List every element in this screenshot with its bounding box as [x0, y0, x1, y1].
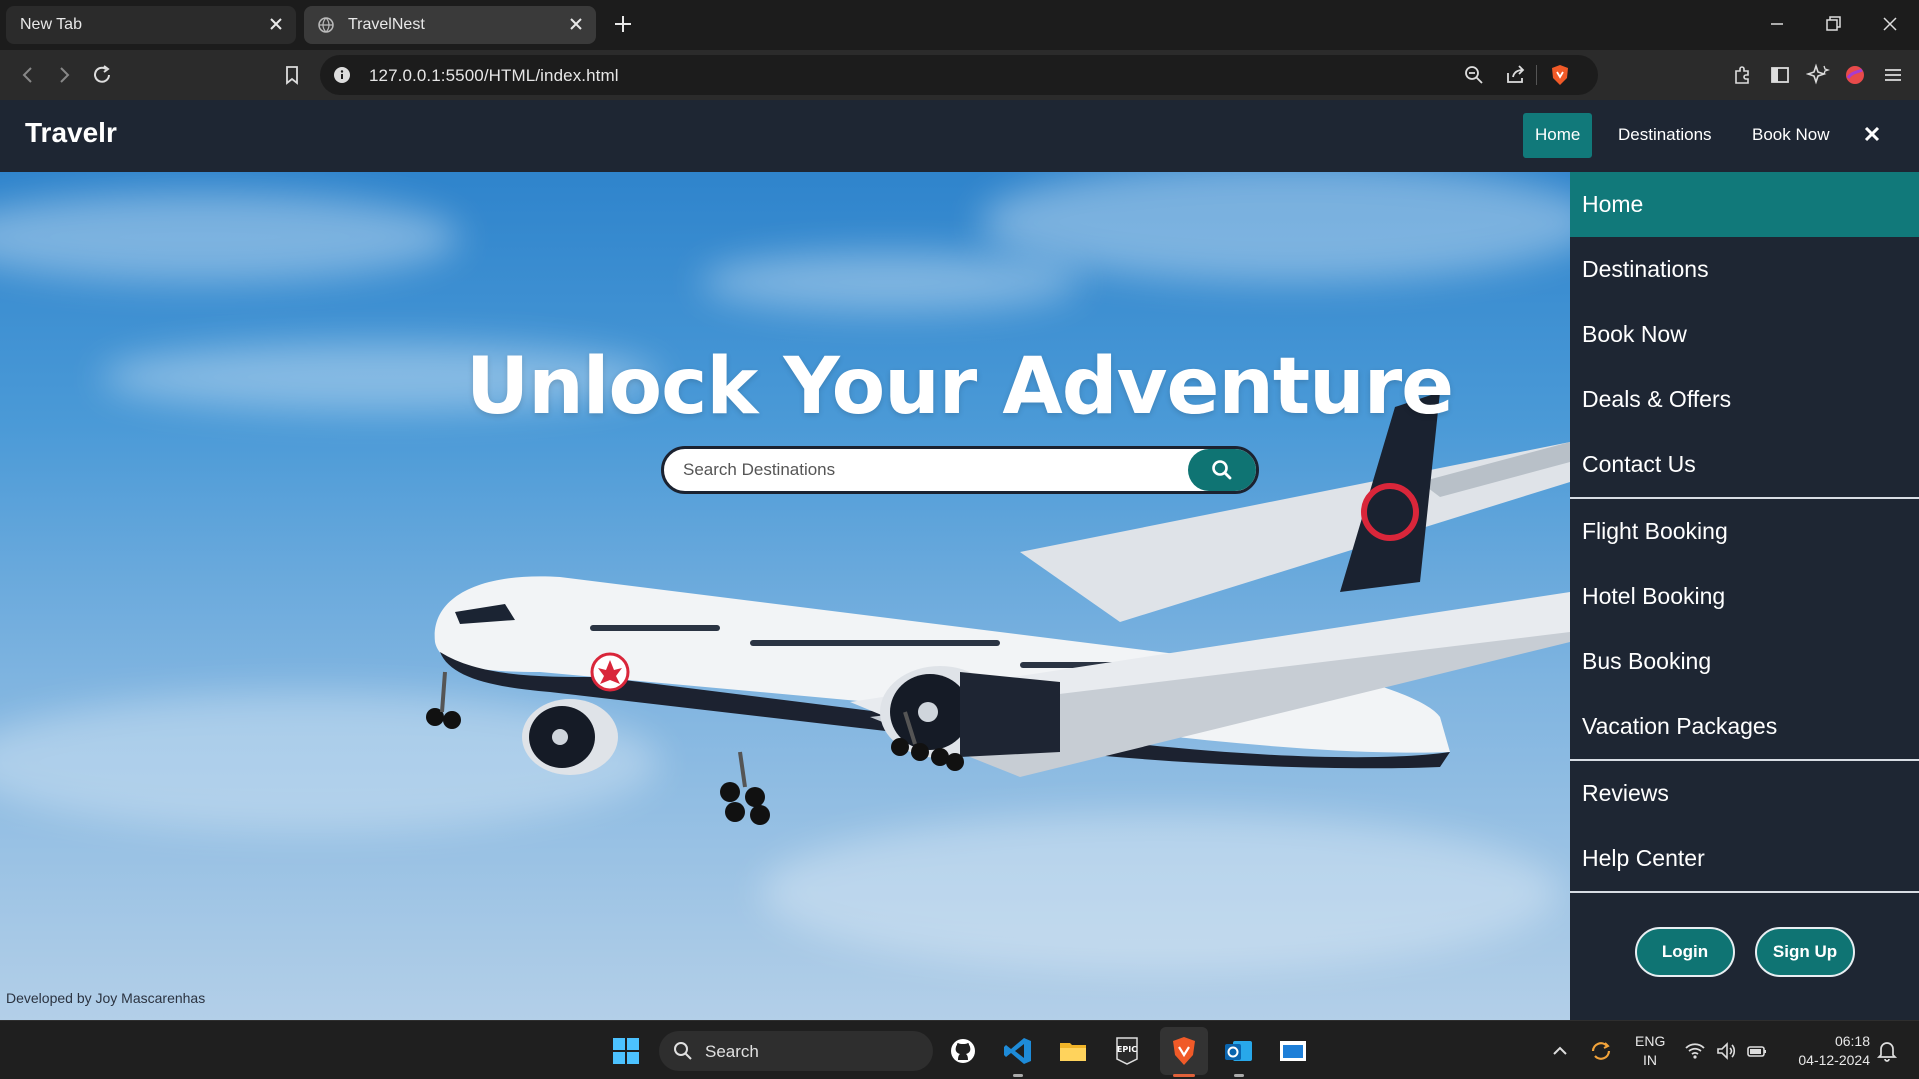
chevron-up-icon[interactable] — [1548, 1039, 1572, 1063]
outlook-icon[interactable] — [1223, 1035, 1255, 1067]
side-item-flight-booking[interactable]: Flight Booking — [1570, 499, 1919, 564]
side-item-destinations[interactable]: Destinations — [1570, 237, 1919, 302]
search-button[interactable] — [1188, 449, 1256, 491]
taskbar-search[interactable]: Search — [659, 1031, 933, 1071]
search-input[interactable] — [683, 449, 1183, 491]
browser-toolbar: 127.0.0.1:5500/HTML/index.html — [0, 50, 1919, 100]
epic-games-icon[interactable]: EPIC — [1111, 1035, 1143, 1067]
url-text: 127.0.0.1:5500/HTML/index.html — [369, 66, 619, 85]
hero-title: Unlock Your Adventure — [465, 342, 1454, 432]
address-bar[interactable]: 127.0.0.1:5500/HTML/index.html — [320, 55, 1598, 95]
cloud — [700, 252, 1080, 312]
sync-icon[interactable] — [1588, 1038, 1614, 1064]
forward-icon[interactable] — [52, 63, 76, 87]
extensions-icon[interactable] — [1730, 63, 1754, 87]
github-icon[interactable] — [947, 1035, 979, 1067]
brave-shield-icon[interactable] — [1548, 63, 1572, 87]
app-window-icon[interactable] — [1277, 1035, 1309, 1067]
running-indicator — [1234, 1074, 1244, 1077]
windows-start-icon[interactable] — [610, 1035, 642, 1067]
brave-browser-icon[interactable] — [1168, 1035, 1200, 1067]
tab-new-tab[interactable]: New Tab — [6, 6, 296, 44]
vscode-icon[interactable] — [1002, 1035, 1034, 1067]
region-indicator[interactable]: IN — [1635, 1052, 1665, 1068]
sidebar-icon[interactable] — [1768, 63, 1792, 87]
svg-text:EPIC: EPIC — [1117, 1045, 1137, 1054]
tab-title: TravelNest — [348, 16, 425, 33]
cloud — [0, 192, 460, 282]
close-tab-icon[interactable] — [266, 14, 286, 34]
side-item-hotel-booking[interactable]: Hotel Booking — [1570, 564, 1919, 629]
menu-icon[interactable] — [1881, 63, 1905, 87]
reload-icon[interactable] — [90, 63, 114, 87]
clock-time[interactable]: 06:18 — [1780, 1033, 1870, 1049]
side-item-contact-us[interactable]: Contact Us — [1570, 432, 1919, 497]
cloud — [980, 172, 1570, 282]
close-tab-icon[interactable] — [566, 14, 586, 34]
divider — [1570, 891, 1919, 893]
back-icon[interactable] — [16, 63, 40, 87]
search-icon — [1212, 460, 1232, 480]
taskbar: Search EPIC ENG IN 06:18 04-12-2024 — [0, 1020, 1919, 1079]
taskbar-search-label: Search — [705, 1042, 759, 1061]
vpn-icon[interactable] — [1843, 63, 1867, 87]
minimize-icon[interactable] — [1765, 12, 1789, 36]
volume-icon[interactable] — [1714, 1039, 1738, 1063]
divider — [1536, 65, 1537, 85]
close-window-icon[interactable] — [1878, 12, 1902, 36]
nav-home[interactable]: Home — [1523, 113, 1593, 158]
side-item-deals-offers[interactable]: Deals & Offers — [1570, 367, 1919, 432]
side-item-home[interactable]: Home — [1570, 172, 1919, 237]
close-menu-icon[interactable] — [1860, 122, 1884, 146]
wifi-icon[interactable] — [1683, 1039, 1707, 1063]
side-item-book-now[interactable]: Book Now — [1570, 302, 1919, 367]
new-tab-icon[interactable] — [612, 13, 634, 35]
share-icon[interactable] — [1504, 63, 1528, 87]
signup-button[interactable]: Sign Up — [1755, 927, 1855, 977]
file-explorer-icon[interactable] — [1057, 1035, 1089, 1067]
side-menu: Home Destinations Book Now Deals & Offer… — [1570, 172, 1919, 1020]
active-indicator — [1173, 1074, 1195, 1077]
login-button[interactable]: Login — [1635, 927, 1735, 977]
nav-book-now[interactable]: Book Now — [1740, 113, 1841, 158]
tab-travelnest[interactable]: TravelNest — [304, 6, 596, 44]
zoom-icon[interactable] — [1462, 63, 1486, 87]
nav-destinations[interactable]: Destinations — [1606, 113, 1724, 158]
side-item-help-center[interactable]: Help Center — [1570, 826, 1919, 891]
site-info-icon[interactable] — [332, 65, 352, 85]
battery-icon[interactable] — [1745, 1039, 1769, 1063]
destination-search — [661, 446, 1259, 494]
running-indicator — [1013, 1074, 1023, 1077]
notifications-icon[interactable] — [1874, 1038, 1900, 1064]
leo-ai-icon[interactable] — [1806, 63, 1830, 87]
search-icon — [674, 1042, 692, 1060]
bookmark-icon[interactable] — [280, 63, 304, 87]
restore-icon[interactable] — [1821, 12, 1845, 36]
side-item-reviews[interactable]: Reviews — [1570, 761, 1919, 826]
brand-logo[interactable]: Travelr — [25, 117, 117, 149]
developer-credit: Developed by Joy Mascarenhas — [6, 990, 206, 1006]
side-item-vacation-packages[interactable]: Vacation Packages — [1570, 694, 1919, 759]
language-indicator[interactable]: ENG — [1635, 1033, 1665, 1049]
clock-date[interactable]: 04-12-2024 — [1780, 1052, 1870, 1068]
globe-icon — [318, 17, 334, 33]
site-header: Travelr Home Destinations Book Now — [0, 100, 1919, 172]
side-item-bus-booking[interactable]: Bus Booking — [1570, 629, 1919, 694]
tab-title: New Tab — [20, 16, 82, 33]
hero-section: Unlock Your Adventure Developed by Joy M… — [0, 172, 1570, 1020]
browser-tab-strip: New Tab TravelNest — [0, 0, 1919, 50]
